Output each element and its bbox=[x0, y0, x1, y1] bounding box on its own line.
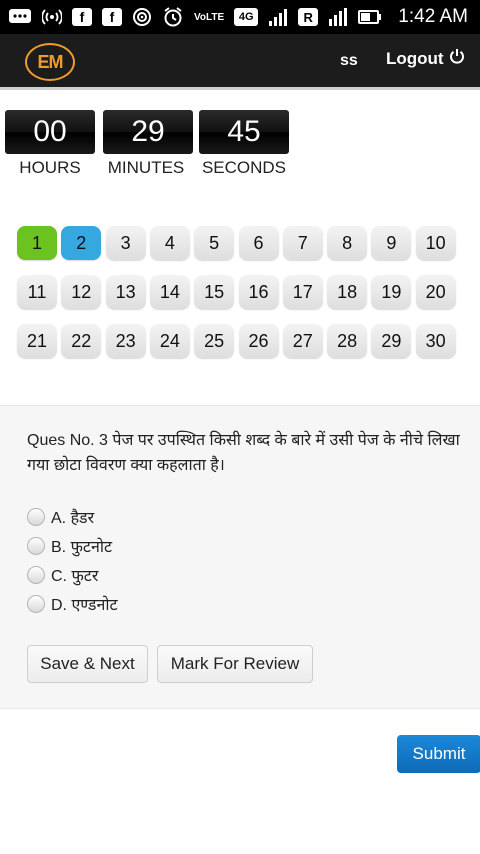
question-number-button[interactable]: 1 bbox=[17, 226, 57, 260]
option-b[interactable]: B. फुटनोट bbox=[27, 535, 112, 557]
facebook-icon: f bbox=[102, 8, 122, 26]
question-number-button[interactable]: 14 bbox=[149, 275, 190, 309]
question-number-button[interactable]: 10 bbox=[415, 226, 456, 260]
question-panel: Ques No. 3 पेज पर उपस्थित किसी शब्द के ब… bbox=[0, 405, 480, 709]
4g-icon: 4G bbox=[234, 8, 259, 26]
question-number-button[interactable]: 20 bbox=[415, 275, 456, 309]
option-label: B. फुटनोट bbox=[51, 539, 113, 556]
facebook-icon: f bbox=[72, 8, 92, 26]
app-header: EM ss Logout bbox=[0, 34, 480, 90]
option-label: C. फुटर bbox=[51, 568, 99, 585]
question-number-button[interactable]: 18 bbox=[327, 275, 368, 309]
question-number-button[interactable]: 28 bbox=[327, 324, 368, 358]
question-number-button[interactable]: 27 bbox=[282, 324, 323, 358]
question-number-button[interactable]: 21 bbox=[17, 324, 57, 358]
question-number-button[interactable]: 3 bbox=[105, 226, 146, 260]
countdown-timer: 00 29 45 HOURS MINUTES SECONDS bbox=[0, 110, 300, 180]
question-number-button[interactable]: 8 bbox=[327, 226, 368, 260]
option-d[interactable]: D. एण्डनोट bbox=[27, 593, 118, 615]
hours-label: HOURS bbox=[19, 158, 81, 177]
power-icon bbox=[449, 48, 465, 69]
submit-button[interactable]: Submit bbox=[397, 735, 480, 773]
question-number-button[interactable]: 17 bbox=[282, 275, 323, 309]
username: ss bbox=[340, 52, 358, 69]
question-number-button[interactable]: 15 bbox=[194, 275, 235, 309]
roaming-icon: R bbox=[298, 8, 319, 26]
question-number-button[interactable]: 23 bbox=[105, 324, 146, 358]
question-number-button[interactable]: 9 bbox=[371, 226, 412, 260]
save-next-button[interactable]: Save & Next bbox=[27, 645, 148, 683]
question-text: Ques No. 3 पेज पर उपस्थित किसी शब्द के ब… bbox=[27, 432, 460, 474]
question-number-button[interactable]: 11 bbox=[17, 275, 57, 309]
question-number-button[interactable]: 13 bbox=[105, 275, 146, 309]
option-label: A. हैडर bbox=[51, 510, 95, 527]
question-number-button[interactable]: 30 bbox=[415, 324, 456, 358]
question-number-button[interactable]: 24 bbox=[149, 324, 190, 358]
radio-button[interactable] bbox=[27, 566, 45, 584]
question-number-button[interactable]: 26 bbox=[238, 324, 279, 358]
option-label: D. एण्डनोट bbox=[51, 597, 118, 614]
signal-icon bbox=[268, 7, 288, 27]
radio-button[interactable] bbox=[27, 595, 45, 613]
chat-icon bbox=[8, 7, 32, 27]
alarm-icon bbox=[162, 7, 184, 27]
question-number-button[interactable]: 5 bbox=[194, 226, 235, 260]
logout-button[interactable]: Logout bbox=[386, 48, 465, 69]
signal-2-icon bbox=[328, 7, 348, 27]
mark-for-review-button[interactable]: Mark For Review bbox=[157, 645, 313, 683]
status-bar: f f VoLTE 4G R 1:42 AM bbox=[0, 0, 480, 34]
question-number-button[interactable]: 25 bbox=[194, 324, 235, 358]
minutes-label: MINUTES bbox=[107, 158, 185, 177]
seconds-label: SECONDS bbox=[201, 158, 287, 177]
question-number-button[interactable]: 6 bbox=[238, 226, 279, 260]
minutes-value: 29 bbox=[103, 110, 193, 154]
radio-button[interactable] bbox=[27, 508, 45, 526]
option-a[interactable]: A. हैडर bbox=[27, 506, 94, 528]
volte-icon: VoLTE bbox=[194, 11, 225, 23]
seconds-value: 45 bbox=[199, 110, 289, 154]
question-number-button[interactable]: 16 bbox=[238, 275, 279, 309]
status-icons: f f VoLTE 4G R bbox=[8, 6, 382, 28]
clock: 1:42 AM bbox=[398, 6, 468, 27]
question-number-button[interactable]: 22 bbox=[61, 324, 102, 358]
battery-icon bbox=[358, 7, 382, 27]
wifi-icon bbox=[132, 7, 152, 27]
radio-button[interactable] bbox=[27, 537, 45, 555]
question-number-button[interactable]: 2 bbox=[61, 226, 102, 260]
question-number-button[interactable]: 19 bbox=[371, 275, 412, 309]
question-number-button[interactable]: 4 bbox=[149, 226, 190, 260]
question-number-button[interactable]: 12 bbox=[61, 275, 102, 309]
logout-label: Logout bbox=[386, 48, 444, 68]
option-c[interactable]: C. फुटर bbox=[27, 564, 98, 586]
em-logo: EM bbox=[25, 43, 75, 81]
question-number-button[interactable]: 29 bbox=[371, 324, 412, 358]
hotspot-icon bbox=[42, 7, 62, 27]
question-number-button[interactable]: 7 bbox=[282, 226, 323, 260]
hours-value: 00 bbox=[5, 110, 95, 154]
